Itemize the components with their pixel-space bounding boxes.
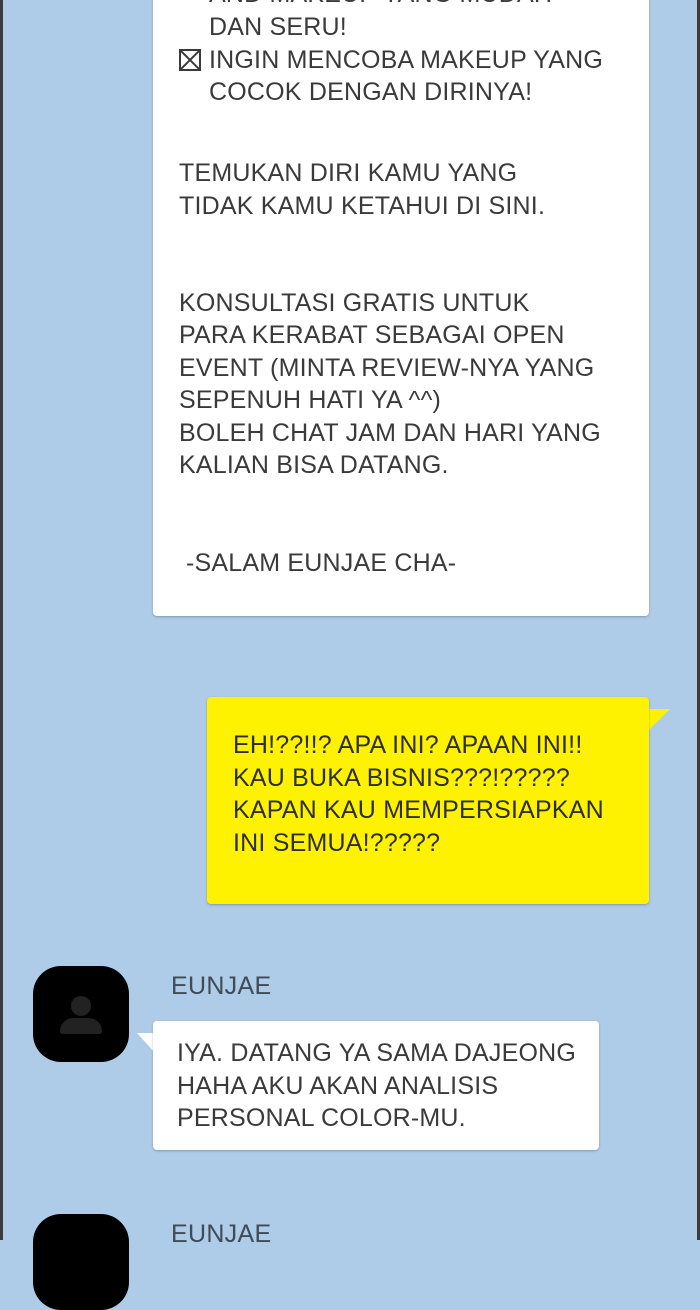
message-line: TIDAK KAMU KETAHUI DI SINI. (179, 192, 546, 220)
message-signature: -SALAM EUNJAE CHA- (186, 549, 457, 577)
message-line: INGIN MENCOBA MAKEUP YANG (209, 46, 603, 74)
outgoing-message-bubble[interactable]: EH!??!!? APA INI? APAAN INI!! KAU BUKA B… (207, 697, 649, 904)
message-line: SEPENUH HATI YA ^^) (179, 386, 442, 414)
sender-avatar[interactable] (33, 966, 129, 1062)
message-line: DAN SERU! (209, 13, 347, 41)
sender-name: EUNJAE (171, 1220, 272, 1248)
message-line: COCOK DENGAN DIRINYA! (209, 78, 533, 106)
message-line: PARA KERABAT SEBAGAI OPEN (179, 321, 565, 349)
default-user-avatar-icon (71, 996, 91, 1016)
message-line: TEMUKAN DIRI KAMU YANG (179, 159, 518, 187)
sender-avatar[interactable] (33, 1214, 129, 1310)
avatar-shoulders (60, 1018, 102, 1034)
message-line: EVENT (MINTA REVIEW-NYA YANG (179, 354, 595, 382)
checkbox-crossed-icon (179, 49, 201, 71)
message-line: BOLEH CHAT JAM DAN HARI YANG (179, 419, 601, 447)
outgoing-message-text: EH!??!!? APA INI? APAAN INI!! KAU BUKA B… (233, 731, 604, 857)
outgoing-bubble-tail (646, 709, 670, 733)
sender-name: EUNJAE (171, 972, 272, 1000)
message-line: KALIAN BISA DATANG. (179, 451, 449, 479)
incoming-message-text: IYA. DATANG YA SAMA DAJEONG HAHA AKU AKA… (177, 1039, 577, 1132)
incoming-message-bubble[interactable]: AND MAKEUP YANG MUDAH DAN SERU! INGIN ME… (153, 0, 649, 616)
message-line: AND MAKEUP YANG MUDAH (209, 0, 552, 11)
incoming-message-bubble[interactable]: IYA. DATANG YA SAMA DAJEONG HAHA AKU AKA… (153, 1021, 599, 1150)
message-line: KONSULTASI GRATIS UNTUK (179, 289, 530, 317)
screen-left-edge (0, 0, 3, 1240)
